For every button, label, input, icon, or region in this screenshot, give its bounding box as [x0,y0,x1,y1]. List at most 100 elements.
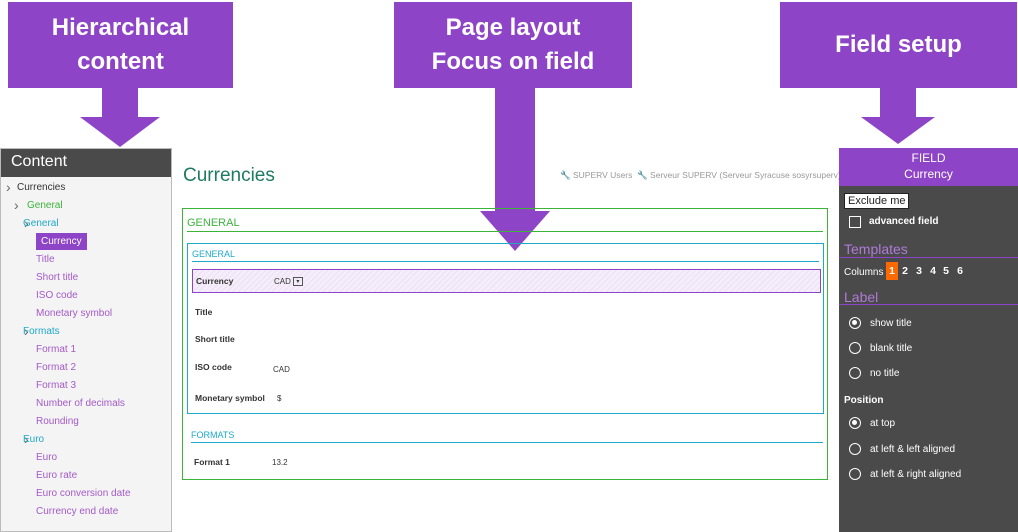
column-option-3[interactable]: 3 [913,262,925,280]
tree-item[interactable]: Number of decimals [1,395,171,413]
user-link[interactable]: SUPERV Users [573,170,632,180]
tree-item[interactable]: ISO code [1,287,171,305]
block-title-formats: FORMATS [191,430,235,440]
tree-item-label: Format 1 [36,344,77,355]
chevron-right-icon[interactable]: › [14,197,19,213]
tree-item-label: ISO code [36,290,78,301]
page-title: Currencies [183,165,275,186]
tree-item-label: Formats [23,326,60,337]
position-title: Position [844,395,884,406]
callout-line-1: Hierarchical [51,14,190,41]
divider [192,261,819,262]
at-top-radio[interactable] [849,417,861,429]
field-setup-panel: FIELD Currency Exclude me advanced field… [839,148,1018,532]
blank-title-label: blank title [870,343,913,354]
tree-item[interactable]: › General [1,215,171,233]
dropdown-icon[interactable]: ▾ [292,277,303,287]
section-title-general: GENERAL [187,217,240,229]
screenshot-root: Hierarchical content Page layout Focus o… [0,0,1018,532]
tree-item-label: Rounding [36,416,79,427]
tree-item-label: Currency [36,233,87,250]
field-label: Format 1 [194,457,230,467]
callout-stem [880,88,916,118]
tree-item[interactable]: Short title [1,269,171,287]
page-layout-frame: GENERAL GENERAL Currency CAD ▾ Title Shor… [182,208,828,480]
tree-item-label: Euro rate [36,470,78,481]
content-tree-panel: Content › Currencies › General › General Curre… [0,148,172,532]
field-value[interactable]: CAD ▾ [274,277,303,287]
advanced-field-checkbox[interactable] [849,216,861,228]
content-panel-header: Content [1,149,171,177]
advanced-field-label: advanced field [869,216,939,227]
at-left-left-aligned-label: at left & left aligned [870,444,956,455]
callout-line-2: content [77,48,164,75]
tree-item[interactable]: › Formats [1,323,171,341]
templates-title: Templates [844,241,908,257]
tree-item[interactable]: Rounding [1,413,171,431]
column-option-1[interactable]: 1 [886,262,898,280]
tree-item-label: General [27,200,63,211]
divider [191,442,823,443]
field-value[interactable]: $ [277,394,281,403]
callout-line-1: Page layout [445,14,581,41]
field-value[interactable]: CAD [273,365,290,374]
callout-stem [495,88,535,212]
currency-value: CAD [274,277,291,286]
tree-item-label: Currencies [17,182,66,193]
column-option-2[interactable]: 2 [899,262,911,280]
tree-item[interactable]: › General [1,197,171,215]
field-label: ISO code [195,362,232,372]
callout-line-1: Field setup [835,31,962,58]
callout-box: Field setup [780,2,1017,88]
tree-item[interactable]: Currency end date [1,503,171,521]
at-left-right-aligned-radio[interactable] [849,468,861,480]
show-title-radio[interactable] [849,317,861,329]
divider [187,231,823,232]
tree-item[interactable]: Format 1 [1,341,171,359]
tree-item-label: Monetary symbol [36,308,113,319]
field-value[interactable]: 13.2 [272,458,288,467]
column-option-5[interactable]: 5 [940,262,952,280]
field-setup-title: FIELD [911,151,946,165]
field-row-title[interactable]: Title [192,301,821,325]
tree-item[interactable]: Format 2 [1,359,171,377]
callout-box: Hierarchical content [8,2,233,88]
block-general: GENERAL Currency CAD ▾ Title Short title … [187,243,824,414]
tree-item[interactable]: › Currencies [1,179,171,197]
server-link[interactable]: Serveur SUPERV (Serveur Syracuse sosyrsu… [650,170,841,180]
callout-line-2: Focus on field [431,48,595,75]
tree-item[interactable]: Title [1,251,171,269]
tree-item[interactable]: Euro [1,449,171,467]
session-info: 🔧 SUPERV Users 🔧 Serveur SUPERV (Serveur… [560,170,841,181]
wrench-icon: 🔧 [634,170,648,180]
column-option-4[interactable]: 4 [927,262,939,280]
field-label: Currency [196,276,234,286]
chevron-right-icon[interactable]: › [6,179,11,195]
tree-item[interactable]: Format 3 [1,377,171,395]
tree-item[interactable]: Currency [1,233,171,251]
at-left-left-aligned-radio[interactable] [849,443,861,455]
no-title-radio[interactable] [849,367,861,379]
exclude-me-button[interactable]: Exclude me [844,193,910,209]
divider [839,304,1018,305]
tree-item[interactable]: Euro conversion date [1,485,171,503]
block-title-general: GENERAL [192,249,236,259]
label-section-title: Label [844,289,879,305]
field-row-format-1[interactable]: Format 1 13.2 [191,451,820,475]
tree-item[interactable]: Euro rate [1,467,171,485]
column-option-6[interactable]: 6 [954,262,966,280]
field-label: Title [195,307,213,317]
tree-item[interactable]: › Euro [1,431,171,449]
blank-title-radio[interactable] [849,342,861,354]
down-arrow-icon [80,117,160,147]
tree-item-label: Number of decimals [36,398,125,409]
field-row-currency[interactable]: Currency CAD ▾ [192,269,821,293]
tree-item-label: Currency end date [36,506,119,517]
tree-item-label: Title [36,254,55,265]
field-row-monetary-symbol[interactable]: Monetary symbol $ [192,387,821,411]
field-row-short-title[interactable]: Short title [192,328,821,352]
field-row-iso-code[interactable]: ISO code CAD [192,356,821,380]
tree-item-label: General [23,218,59,229]
tree-item[interactable]: Monetary symbol [1,305,171,323]
field-setup-subtitle: Currency [904,167,953,181]
